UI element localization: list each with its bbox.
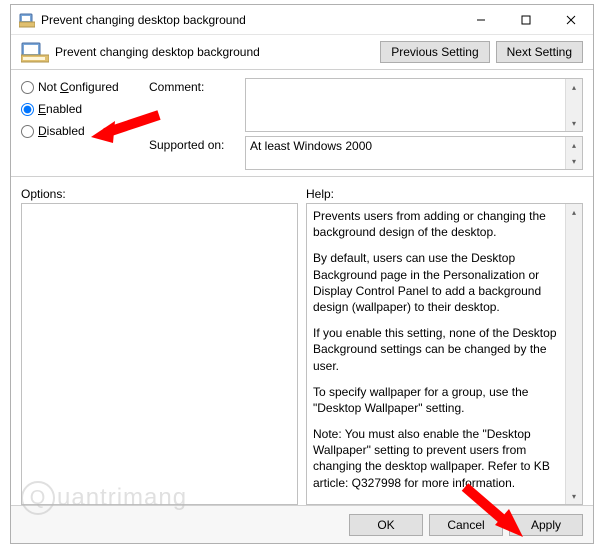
comment-label: Comment: xyxy=(149,78,239,94)
options-pane-column: Options: xyxy=(21,187,298,505)
help-paragraph: Also, see the "Allow only bitmapped wall… xyxy=(313,501,559,504)
window-controls xyxy=(458,5,593,34)
state-radio-group: Not Configured Enabled Disabled xyxy=(21,78,141,170)
help-paragraph: By default, users can use the Desktop Ba… xyxy=(313,250,559,315)
radio-enabled[interactable]: Enabled xyxy=(21,102,141,116)
scroll-down-icon[interactable]: ▾ xyxy=(566,153,582,169)
radio-not-configured[interactable]: Not Configured xyxy=(21,80,141,94)
supported-textbox: At least Windows 2000 ▴ ▾ xyxy=(245,136,583,170)
config-area: Not Configured Enabled Disabled Comment: xyxy=(11,76,593,174)
help-label: Help: xyxy=(306,187,583,201)
divider xyxy=(11,69,593,70)
supported-scrollbar[interactable]: ▴ ▾ xyxy=(565,137,582,169)
supported-value: At least Windows 2000 xyxy=(246,137,582,169)
comment-scrollbar[interactable]: ▴ ▾ xyxy=(565,79,582,131)
help-pane-column: Help: Prevents users from adding or chan… xyxy=(306,187,583,505)
close-button[interactable] xyxy=(548,5,593,34)
radio-disabled-label: Disabled xyxy=(38,124,85,138)
comment-row: Comment: ▴ ▾ xyxy=(149,78,583,132)
policy-icon xyxy=(21,41,49,63)
divider xyxy=(11,176,593,177)
minimize-button[interactable] xyxy=(458,5,503,34)
help-paragraph: If you enable this setting, none of the … xyxy=(313,325,559,374)
scroll-up-icon[interactable]: ▴ xyxy=(566,204,582,220)
comment-textbox[interactable]: ▴ ▾ xyxy=(245,78,583,132)
options-label: Options: xyxy=(21,187,298,201)
options-pane xyxy=(21,203,298,505)
scroll-up-icon[interactable]: ▴ xyxy=(566,79,582,95)
policy-header-row: Prevent changing desktop background Prev… xyxy=(11,35,593,67)
panes-area: Options: Help: Prevents users from addin… xyxy=(11,183,593,505)
ok-button[interactable]: OK xyxy=(349,514,423,536)
next-setting-button[interactable]: Next Setting xyxy=(496,41,583,63)
help-scrollbar[interactable]: ▴ ▾ xyxy=(565,204,582,504)
supported-row: Supported on: At least Windows 2000 ▴ ▾ xyxy=(149,136,583,170)
maximize-button[interactable] xyxy=(503,5,548,34)
gpedit-policy-window: Prevent changing desktop background xyxy=(10,4,594,544)
radio-not-configured-input[interactable] xyxy=(21,81,34,94)
supported-label: Supported on: xyxy=(149,136,239,152)
cancel-button[interactable]: Cancel xyxy=(429,514,503,536)
client-area: Prevent changing desktop background Prev… xyxy=(11,35,593,543)
help-paragraph: Note: You must also enable the "Desktop … xyxy=(313,426,559,491)
scroll-up-icon[interactable]: ▴ xyxy=(566,137,582,153)
help-paragraph: Prevents users from adding or changing t… xyxy=(313,208,559,240)
help-paragraph: To specify wallpaper for a group, use th… xyxy=(313,384,559,416)
radio-disabled-input[interactable] xyxy=(21,125,34,138)
titlebar: Prevent changing desktop background xyxy=(11,5,593,35)
help-text: Prevents users from adding or changing t… xyxy=(307,204,565,504)
help-pane: Prevents users from adding or changing t… xyxy=(306,203,583,505)
radio-enabled-input[interactable] xyxy=(21,103,34,116)
scroll-down-icon[interactable]: ▾ xyxy=(566,488,582,504)
nav-buttons: Previous Setting Next Setting xyxy=(380,41,583,63)
dialog-buttons: OK Cancel Apply xyxy=(11,505,593,543)
policy-name-label: Prevent changing desktop background xyxy=(55,45,380,59)
comment-value xyxy=(246,79,582,131)
radio-disabled[interactable]: Disabled xyxy=(21,124,141,138)
comment-supported-column: Comment: ▴ ▾ Supported on: At least Wind… xyxy=(149,78,583,170)
apply-button[interactable]: Apply xyxy=(509,514,583,536)
window-title: Prevent changing desktop background xyxy=(41,13,458,27)
radio-not-configured-label: Not Configured xyxy=(38,80,119,94)
policy-window-icon xyxy=(19,12,35,28)
previous-setting-button[interactable]: Previous Setting xyxy=(380,41,489,63)
scroll-down-icon[interactable]: ▾ xyxy=(566,115,582,131)
radio-enabled-label: Enabled xyxy=(38,102,82,116)
